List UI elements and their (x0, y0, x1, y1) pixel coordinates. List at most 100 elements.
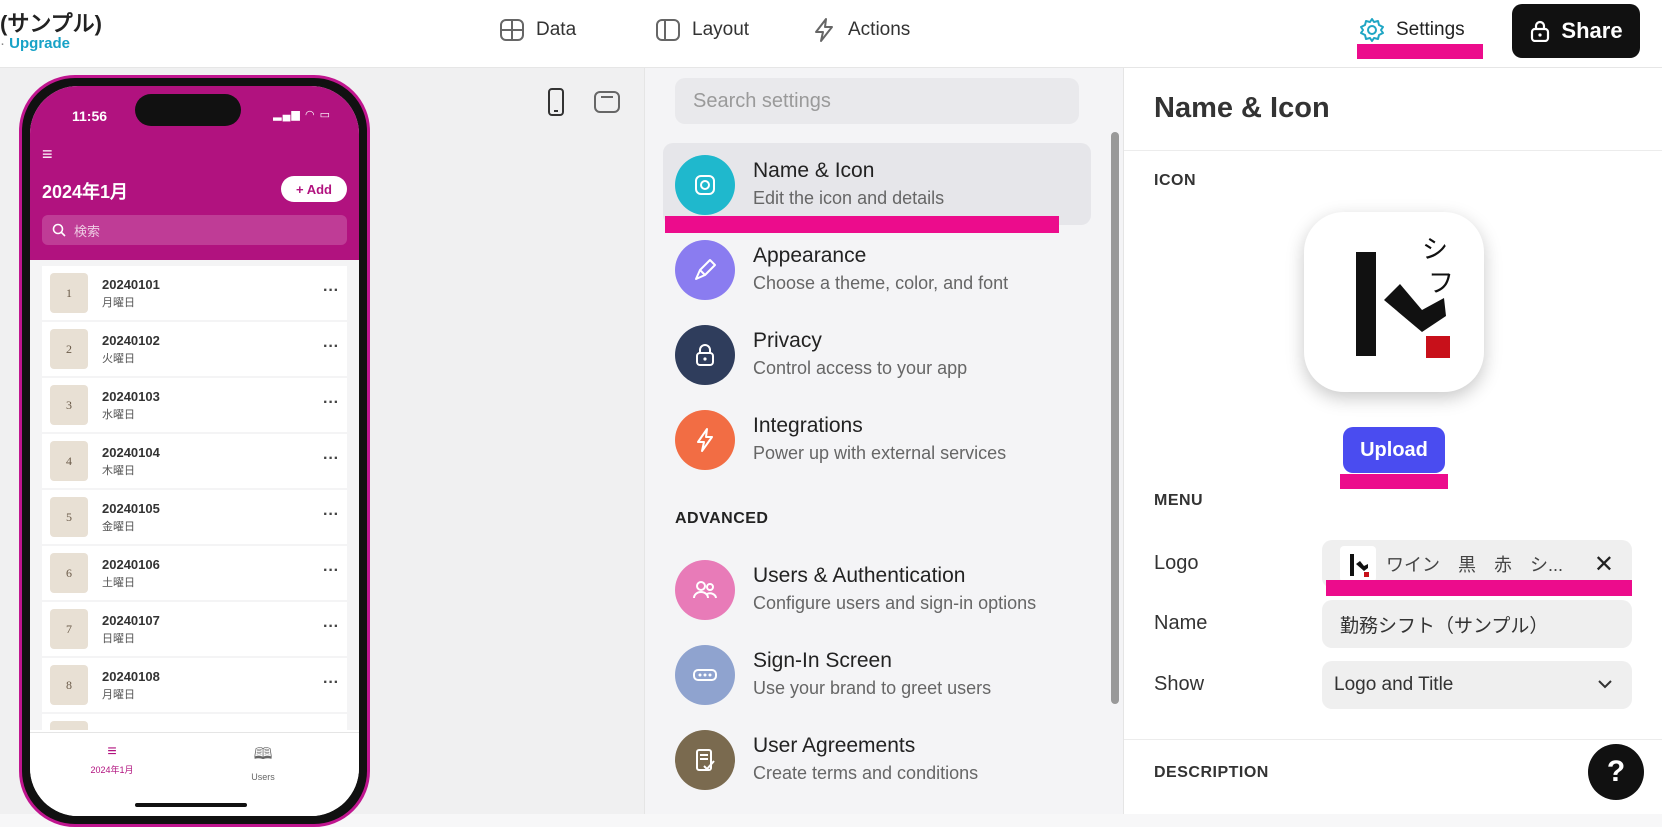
users-icon (675, 560, 735, 620)
tab-data[interactable]: Data (498, 14, 576, 46)
phone-tab-users[interactable]: 🕮 Users (223, 743, 303, 782)
upload-highlight (1340, 474, 1448, 489)
setting-title: Integrations (753, 414, 863, 437)
document-check-icon (675, 730, 735, 790)
phone-icon (548, 88, 564, 116)
book-icon: 🕮 (253, 746, 273, 763)
item-title: 20240102 (102, 332, 160, 348)
setting-subtitle: Control access to your app (753, 358, 968, 378)
upgrade-link[interactable]: · Upgrade (0, 35, 70, 52)
lock-icon (675, 325, 735, 385)
hamburger-menu-icon[interactable]: ≡ (42, 144, 53, 165)
phone-screen-title: 2024年1月 (42, 182, 129, 202)
setting-name-icon[interactable]: Name & Icon Edit the icon and details (663, 143, 1091, 225)
list-item[interactable]: 1 20240101 月曜日 ··· (42, 266, 347, 322)
thumbnail: 7 (50, 609, 88, 649)
share-button[interactable]: Share (1512, 4, 1640, 58)
list-item[interactable]: 2 20240102 火曜日 ··· (42, 322, 347, 378)
phone-tab-calendar[interactable]: ≡ 2024年1月 (72, 743, 152, 776)
more-icon[interactable]: ··· (323, 506, 339, 524)
setting-users-auth[interactable]: Users & Authentication Configure users a… (663, 548, 1091, 630)
setting-sign-in-screen[interactable]: Sign-In Screen Use your brand to greet u… (663, 633, 1091, 715)
list-item[interactable]: 20240109 (42, 714, 347, 730)
phone-view-toggle[interactable] (542, 88, 570, 116)
svg-text:シ: シ (1422, 235, 1448, 265)
tab-layout[interactable]: Layout (654, 14, 749, 46)
clear-logo-icon[interactable]: ✕ (1594, 550, 1614, 579)
add-button[interactable]: + Add (281, 176, 347, 202)
upgrade-prefix: · (0, 35, 10, 52)
item-subtitle: 月曜日 (102, 688, 135, 701)
upload-button[interactable]: Upload (1343, 427, 1445, 473)
setting-title: Appearance (753, 244, 867, 267)
phone-search-input[interactable]: 検索 (42, 215, 347, 245)
app-logo-icon: シ フ (1356, 235, 1454, 358)
name-input[interactable]: 勤務シフト（サンプル） (1322, 600, 1632, 648)
show-select[interactable]: Logo and Title (1322, 661, 1632, 709)
setting-subtitle: Choose a theme, color, and font (753, 273, 1009, 293)
setting-subtitle: Configure users and sign-in options (753, 593, 1037, 613)
more-icon[interactable]: ··· (323, 394, 339, 412)
tab-actions[interactable]: Actions (810, 14, 910, 46)
upgrade-label[interactable]: Upgrade (9, 35, 70, 52)
lightning-icon (675, 410, 735, 470)
list-item[interactable]: 8 20240108 月曜日 ··· (42, 658, 347, 714)
table-icon (500, 19, 524, 41)
home-indicator (135, 803, 247, 807)
divider (1124, 150, 1662, 151)
tab-data-label: Data (536, 19, 577, 40)
setting-title: Users & Authentication (753, 564, 966, 587)
scrollbar[interactable] (1111, 132, 1119, 704)
setting-subtitle: Create terms and conditions (753, 763, 979, 783)
list-item[interactable]: 7 20240107 日曜日 ··· (42, 602, 347, 658)
more-icon[interactable]: ··· (323, 338, 339, 356)
tab-settings[interactable]: Settings (1358, 14, 1465, 46)
show-label: Show (1154, 673, 1205, 695)
thumbnail: 8 (50, 665, 88, 705)
phone-time: 11:56 (72, 108, 108, 124)
setting-title: Name & Icon (753, 159, 875, 182)
help-button[interactable]: ? (1588, 744, 1644, 800)
setting-integrations[interactable]: Integrations Power up with external serv… (663, 398, 1091, 480)
item-title: 20240106 (102, 556, 160, 572)
app-icon-preview[interactable]: シ フ (1304, 212, 1484, 392)
item-subtitle: 月曜日 (102, 296, 135, 309)
list-item[interactable]: 5 20240105 金曜日 ··· (42, 490, 347, 546)
lock-icon (1531, 20, 1550, 42)
item-subtitle: 日曜日 (102, 632, 135, 645)
dynamic-island (135, 94, 241, 126)
app-title: (サンプル) (0, 11, 102, 36)
logo-highlight (1326, 580, 1632, 596)
more-icon[interactable]: ··· (323, 674, 339, 692)
brush-icon (675, 240, 735, 300)
phone-tab-label: 2024年1月 (90, 765, 134, 775)
menu-section-label: MENU (1154, 492, 1204, 509)
phone-tab-label: Users (251, 772, 275, 782)
more-icon[interactable]: ··· (323, 450, 339, 468)
more-icon[interactable]: ··· (323, 282, 339, 300)
item-title: 20240107 (102, 612, 160, 628)
list-item[interactable]: 6 20240106 土曜日 ··· (42, 546, 347, 602)
item-subtitle: 木曜日 (102, 464, 135, 477)
thumbnail: 3 (50, 385, 88, 425)
setting-title: User Agreements (753, 734, 916, 757)
item-subtitle: 金曜日 (102, 520, 135, 533)
setting-title: Sign-In Screen (753, 649, 892, 672)
description-section-label: DESCRIPTION (1154, 764, 1269, 781)
setting-user-agreements[interactable]: User Agreements Create terms and conditi… (663, 718, 1091, 800)
tab-layout-label: Layout (692, 19, 750, 40)
phone-screen: 11:56 ▂▄▆ ◠ ▭ ≡ 2024年1月 + Add 検索 1 202401… (30, 86, 359, 816)
setting-appearance[interactable]: Appearance Choose a theme, color, and fo… (663, 228, 1091, 310)
more-icon[interactable]: ··· (323, 562, 339, 580)
tablet-view-toggle[interactable] (593, 88, 621, 116)
lightning-icon (815, 18, 833, 42)
list-item[interactable]: 3 20240103 水曜日 ··· (42, 378, 347, 434)
more-icon[interactable]: ··· (323, 618, 339, 636)
tablet-icon (594, 91, 620, 113)
item-title: 20240105 (102, 500, 160, 516)
setting-subtitle: Use your brand to greet users (753, 678, 992, 698)
settings-search-input[interactable]: Search settings (675, 78, 1079, 124)
item-title: 20240101 (102, 276, 160, 292)
list-item[interactable]: 4 20240104 木曜日 ··· (42, 434, 347, 490)
setting-privacy[interactable]: Privacy Control access to your app (663, 313, 1091, 395)
